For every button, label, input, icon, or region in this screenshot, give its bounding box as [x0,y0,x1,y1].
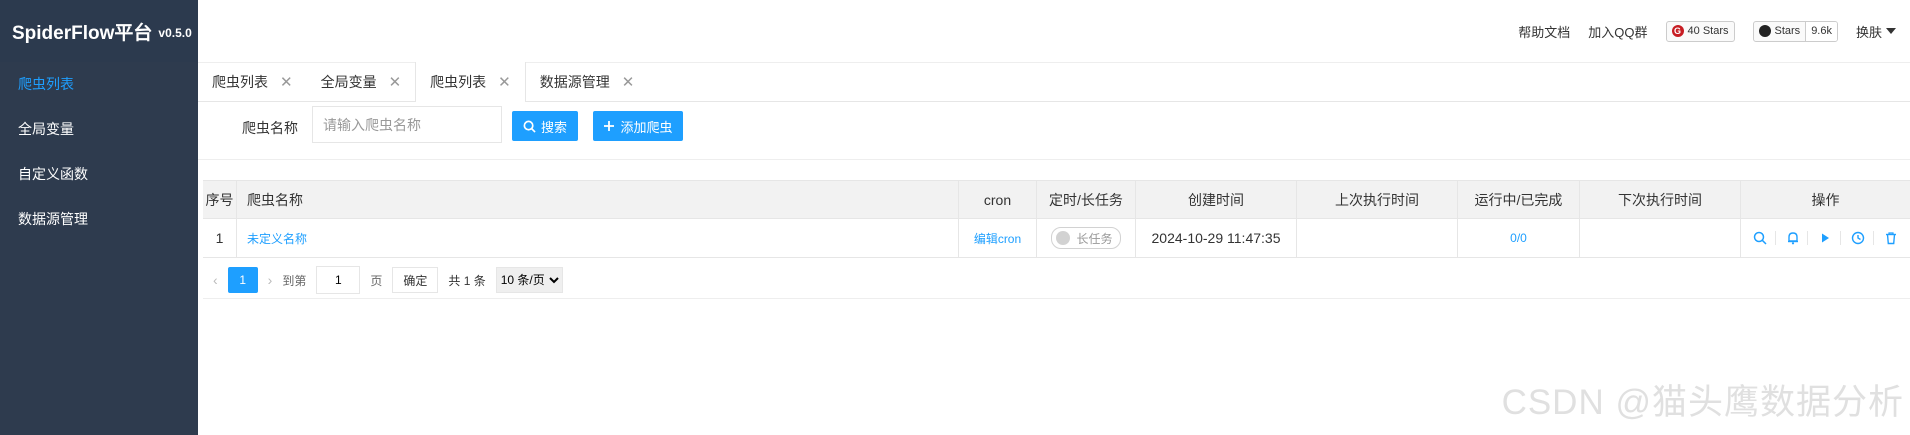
caret-down-icon [1886,28,1896,34]
toggle-knob [1056,231,1071,245]
play-icon [1822,233,1830,243]
clock-icon [1852,231,1865,245]
row-spider-name: 未定义名称 [237,219,959,257]
goto-confirm-button[interactable]: 确定 [392,267,439,293]
tab-spider-list-active[interactable]: 爬虫列表 ✕ [415,62,526,102]
current-page[interactable]: 1 [227,267,258,293]
next-page-icon[interactable]: › [268,272,273,288]
run-button[interactable] [1807,231,1832,245]
tab-label: 爬虫列表 [430,74,487,90]
spider-name-link[interactable]: 未定义名称 [247,230,307,247]
tab-bar: 爬虫列表 ✕ 全局变量 ✕ 爬虫列表 ✕ 数据源管理 ✕ [198,62,1910,102]
goto-suffix: 页 [370,273,383,288]
row-cron: 编辑cron [959,219,1037,257]
col-cron: cron [959,181,1037,218]
tab-global-variables[interactable]: 全局变量 ✕ [307,62,416,101]
skin-switcher[interactable]: 换肤 [1856,22,1896,41]
gitee-stars-text: 40 Stars [1687,25,1729,37]
view-button[interactable] [1753,231,1767,245]
row-created: 2024-10-29 11:47:35 [1136,219,1297,257]
app-version: v0.5.0 [158,26,192,40]
delete-button[interactable] [1873,231,1898,245]
col-created: 创建时间 [1136,181,1297,218]
sidebar-item-spider-list[interactable]: 爬虫列表 [0,62,198,107]
search-icon [1753,231,1767,245]
row-operations [1741,219,1910,257]
row-index: 1 [203,219,237,257]
page-size-select[interactable]: 10 条/页 [495,267,563,293]
pagination: ‹ 1 › 到第 页 确定 共 1 条 10 条/页 [203,262,563,298]
trash-icon [1886,232,1897,245]
col-name: 爬虫名称 [237,181,959,218]
github-stars-count: 9.6k [1805,21,1837,41]
sidebar-item-datasource[interactable]: 数据源管理 [0,197,198,242]
search-bar: 爬虫名称 搜索 添加爬虫 [198,101,1910,160]
help-docs-link[interactable]: 帮助文档 [1518,22,1570,41]
col-next-run: 下次执行时间 [1580,181,1741,218]
total-count: 共 1 条 [448,273,486,288]
github-stars-badge[interactable]: Stars 9.6k [1752,20,1838,42]
close-icon[interactable]: ✕ [280,73,293,91]
row-next-run [1580,219,1741,257]
row-task: 长任务 [1037,219,1136,257]
tab-spider-list[interactable]: 爬虫列表 ✕ [198,62,307,101]
watermark: CSDN @猫头鹰数据分析 [1501,383,1904,422]
col-last-run: 上次执行时间 [1297,181,1458,218]
row-last-run [1297,219,1458,257]
sidebar: SpiderFlow平台 v0.5.0 爬虫列表 全局变量 自定义函数 数据源管… [0,0,198,435]
col-index: 序号 [203,181,237,218]
row-running: 0/0 [1458,219,1580,257]
goto-page-input[interactable] [316,266,361,294]
spider-name-label: 爬虫名称 [242,120,298,136]
goto-prefix: 到第 [282,273,307,288]
join-qq-link[interactable]: 加入QQ群 [1588,22,1647,41]
close-icon[interactable]: ✕ [622,73,635,91]
col-task: 定时/长任务 [1037,181,1136,218]
add-spider-button[interactable]: 添加爬虫 [593,111,683,141]
notify-button[interactable] [1774,231,1800,245]
spider-name-input[interactable] [312,106,502,143]
tab-label: 爬虫列表 [212,73,268,90]
task-toggle-label: 长任务 [1076,231,1113,246]
sidebar-item-global-variables[interactable]: 全局变量 [0,107,198,152]
close-icon[interactable]: ✕ [498,73,511,91]
add-spider-button-label: 添加爬虫 [620,119,673,135]
edit-cron-link[interactable]: 编辑cron [974,230,1021,247]
close-icon[interactable]: ✕ [389,73,402,91]
top-header: 帮助文档 加入QQ群 G 40 Stars Stars 9.6k 换肤 [198,0,1910,63]
skin-label: 换肤 [1855,24,1882,40]
schedule-button[interactable] [1840,231,1865,245]
tab-label: 全局变量 [320,73,377,90]
sidebar-menu: 爬虫列表 全局变量 自定义函数 数据源管理 [0,62,198,242]
col-operations: 操作 [1811,191,1840,208]
spider-table: 序号 爬虫名称 cron 定时/长任务 创建时间 上次执行时间 运行中/已完成 … [203,180,1910,258]
task-toggle[interactable]: 长任务 [1051,227,1121,249]
table-row: 1 未定义名称 编辑cron 长任务 2024-10-29 11:47:35 0… [203,219,1910,257]
search-icon [523,120,536,133]
table-header: 序号 爬虫名称 cron 定时/长任务 创建时间 上次执行时间 运行中/已完成 … [203,181,1910,219]
app-name: SpiderFlow平台 [12,22,153,44]
search-button-label: 搜索 [540,119,567,135]
search-button[interactable]: 搜索 [512,111,578,141]
github-stars-label: Stars [1774,25,1801,37]
gitee-logo-icon: G [1671,25,1684,37]
tab-datasource[interactable]: 数据源管理 ✕ [526,62,649,101]
plus-icon [604,121,615,131]
gitee-stars-badge[interactable]: G 40 Stars [1665,20,1735,42]
col-running: 运行中/已完成 [1458,181,1580,218]
bell-icon [1787,232,1798,245]
divider [203,298,1910,299]
app-logo: SpiderFlow平台 v0.5.0 [0,0,198,62]
running-count-link[interactable]: 0/0 [1510,231,1527,245]
sidebar-item-custom-functions[interactable]: 自定义函数 [0,152,198,197]
tab-label: 数据源管理 [539,73,610,90]
github-logo-icon [1758,25,1771,37]
prev-page-icon[interactable]: ‹ [213,272,218,288]
